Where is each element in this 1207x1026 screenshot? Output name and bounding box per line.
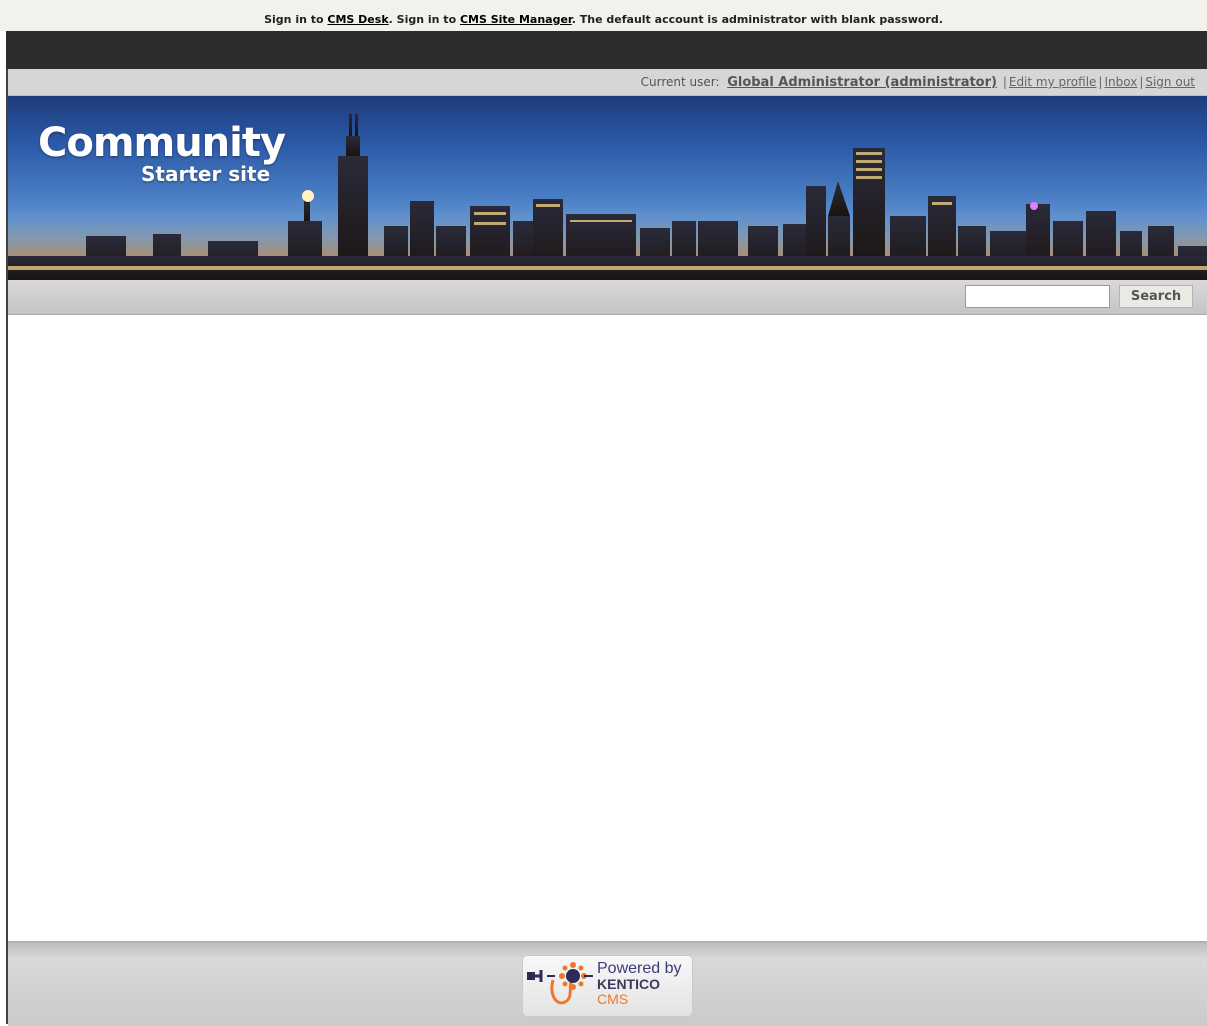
sign-in-notice: Sign in to CMS Desk. Sign in to CMS Site… <box>0 0 1207 31</box>
powered-by-kentico-badge[interactable]: Powered by KENTICO CMS <box>522 955 693 1017</box>
site-subtitle: Starter site <box>141 162 271 186</box>
user-bar: Current user: Global Administrator (admi… <box>8 69 1207 96</box>
header-banner: Community Starter site <box>8 96 1207 280</box>
kentico-logo-icon <box>527 962 593 1005</box>
cms-desk-link[interactable]: CMS Desk <box>327 13 388 26</box>
cms-site-manager-link[interactable]: CMS Site Manager <box>460 13 572 26</box>
search-input[interactable] <box>965 285 1110 308</box>
page-container: Current user: Global Administrator (admi… <box>6 69 1207 1026</box>
kentico-brand-text: KENTICO <box>597 976 660 992</box>
notice-text-1: Sign in to <box>264 13 328 26</box>
search-button[interactable]: Search <box>1119 285 1193 308</box>
kentico-cms-text: CMS <box>597 991 629 1007</box>
top-dark-bar <box>6 31 1207 69</box>
footer: Powered by KENTICO CMS <box>8 941 1207 1026</box>
inbox-link[interactable]: Inbox <box>1104 75 1137 89</box>
current-user-link[interactable]: Global Administrator (administrator) <box>727 75 997 90</box>
edit-profile-link[interactable]: Edit my profile <box>1009 75 1097 89</box>
separator: | <box>1002 75 1007 89</box>
search-bar: Search <box>8 280 1207 315</box>
notice-text-2: . Sign in to <box>388 13 460 26</box>
sign-out-link[interactable]: Sign out <box>1145 75 1195 89</box>
current-user-label: Current user: <box>640 75 720 89</box>
site-title: Community <box>38 120 286 166</box>
notice-text-3: . The default account is administrator w… <box>571 13 943 26</box>
